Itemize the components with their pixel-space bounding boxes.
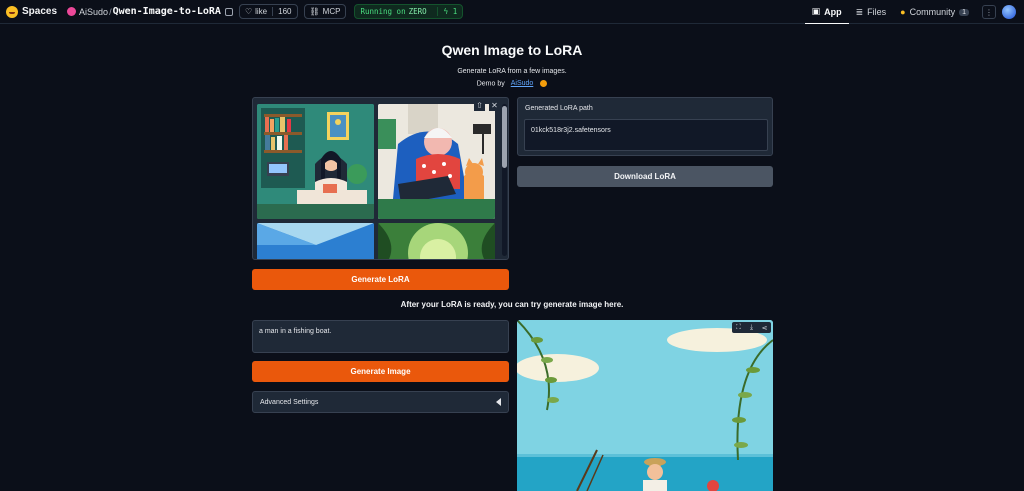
lora-path-panel: Generated LoRA path 01kck518r3j2.safeten…	[517, 97, 773, 156]
generated-image[interactable]: ⛶ ⤓ ⋖	[517, 320, 773, 491]
tab-files-label: Files	[867, 7, 887, 17]
gallery-toolbar: ⇧ ✕	[474, 100, 500, 111]
lightning-icon: ϟ	[443, 7, 449, 16]
advanced-settings-accordion[interactable]: Advanced Settings	[252, 391, 509, 413]
spaces-label: Spaces	[22, 6, 58, 17]
lora-path-field[interactable]: 01kck518r3j2.safetensors	[524, 119, 768, 151]
more-options-icon[interactable]: ⋮	[982, 5, 996, 19]
huggingface-logo-icon	[6, 5, 18, 18]
running-label: Running on	[360, 7, 406, 16]
user-avatar[interactable]	[1002, 5, 1016, 19]
generate-image-button[interactable]: Generate Image	[252, 361, 509, 382]
download-lora-button[interactable]: Download LoRA	[517, 166, 773, 187]
upload-icon[interactable]: ⇧	[474, 100, 485, 111]
breadcrumb-separator: /	[109, 6, 112, 17]
running-hardware: ZERO	[408, 7, 427, 16]
demo-author-link[interactable]: AiSudo	[511, 80, 534, 87]
like-button[interactable]: ♡ like 160	[238, 4, 298, 19]
close-icon[interactable]: ✕	[489, 100, 500, 111]
heart-icon: ♡	[244, 7, 253, 16]
replica-count: ϟ 1	[436, 7, 457, 16]
files-icon: ≣	[855, 6, 864, 17]
space-nav: ▣ App ≣ Files ● Community 1 ⋮	[804, 0, 1024, 24]
community-count-badge: 1	[959, 8, 969, 16]
page-title: Qwen Image to LoRA	[441, 42, 583, 58]
demo-credit: Demo by AiSudo	[0, 80, 1024, 87]
tab-community-label: Community	[909, 7, 956, 17]
lora-path-label: Generated LoRA path	[525, 105, 593, 112]
tab-app[interactable]: ▣ App	[804, 0, 849, 24]
page-subtitle: Generate LoRA from a few images.	[457, 68, 567, 75]
owner-avatar-icon	[67, 7, 77, 16]
advanced-settings-label: Advanced Settings	[260, 398, 319, 406]
copy-icon[interactable]	[224, 7, 233, 16]
prompt-input[interactable]: a man in a fishing boat.	[252, 320, 509, 353]
gallery-image[interactable]	[257, 223, 374, 259]
mcp-label: MCP	[322, 7, 341, 16]
repo-name-link[interactable]: Qwen-Image-to-LoRA	[113, 6, 221, 17]
spaces-link[interactable]: Spaces	[6, 5, 58, 18]
tab-files[interactable]: ≣ Files	[849, 0, 894, 24]
mcp-button[interactable]: ⛓ MCP	[303, 4, 347, 19]
demo-prefix: Demo by	[476, 80, 505, 88]
download-icon[interactable]: ⤓	[745, 322, 758, 333]
repo-breadcrumb: AiSudo / Qwen-Image-to-LoRA	[67, 6, 233, 17]
mcp-icon: ⛓	[309, 7, 320, 16]
tab-app-label: App	[824, 6, 842, 17]
top-bar: Spaces AiSudo / Qwen-Image-to-LoRA ♡ lik…	[0, 0, 1024, 24]
gallery-image[interactable]	[257, 104, 374, 219]
fullscreen-icon[interactable]: ⛶	[732, 322, 745, 333]
share-icon[interactable]: ⋖	[758, 322, 771, 333]
gallery-image[interactable]	[378, 223, 495, 259]
like-label: like	[255, 7, 268, 16]
caret-left-icon	[496, 398, 501, 406]
running-status-badge[interactable]: Running on ZERO ϟ 1	[354, 4, 464, 19]
like-count: 160	[272, 7, 292, 16]
section-instruction: After your LoRA is ready, you can try ge…	[400, 300, 624, 309]
generate-lora-button[interactable]: Generate LoRA	[252, 269, 509, 290]
gallery-image[interactable]	[378, 104, 495, 219]
tab-community[interactable]: ● Community 1	[893, 0, 976, 24]
app-grid-icon: ▣	[811, 6, 821, 16]
image-toolbar: ⛶ ⤓ ⋖	[732, 322, 771, 333]
input-image-gallery[interactable]: ⇧ ✕	[252, 97, 509, 260]
owner-link[interactable]: AiSudo	[79, 7, 108, 17]
hugging-face-emoji-icon	[540, 80, 548, 87]
gallery-scroll-thumb[interactable]	[502, 106, 507, 168]
community-icon: ●	[900, 7, 906, 17]
